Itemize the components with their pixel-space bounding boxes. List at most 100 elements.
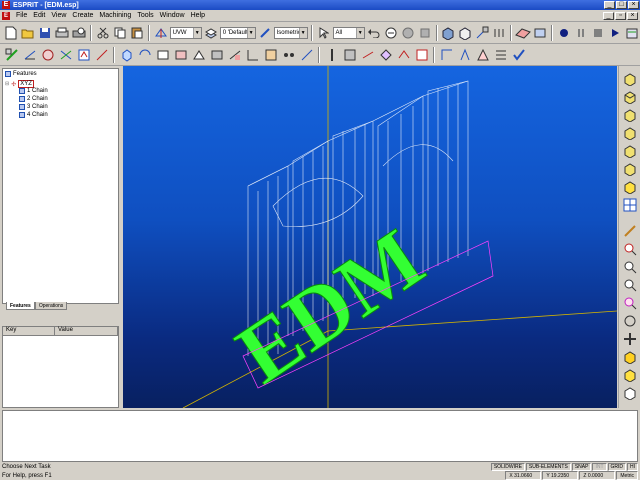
undo-icon[interactable] xyxy=(366,24,382,41)
profile-icon[interactable] xyxy=(474,46,491,63)
pause-icon[interactable] xyxy=(573,24,589,41)
open-folder-icon[interactable] xyxy=(20,24,36,41)
menu-window[interactable]: Window xyxy=(157,12,188,19)
measure-icon[interactable] xyxy=(298,46,315,63)
tab-features[interactable]: Features xyxy=(6,302,35,310)
tree-item[interactable]: 3 Chain xyxy=(19,104,48,110)
save-icon[interactable] xyxy=(37,24,53,41)
four-views-icon[interactable] xyxy=(621,197,638,213)
feature-tree[interactable]: Features ⊟ ✢ XYZ 1 Chain 2 Chain 3 Chain… xyxy=(2,68,119,304)
layer-combo[interactable]: 0 'Default' ▼ xyxy=(219,26,256,39)
chain-create-icon[interactable] xyxy=(75,46,92,63)
rotate-icon[interactable] xyxy=(136,46,153,63)
document-icon[interactable]: E xyxy=(2,11,10,20)
menu-edit[interactable]: Edit xyxy=(30,12,48,19)
value-column-header[interactable]: Value xyxy=(55,327,118,335)
view-bottom-icon[interactable] xyxy=(621,161,638,177)
machine-setup-icon[interactable] xyxy=(515,24,532,41)
vertical-axis-icon[interactable] xyxy=(323,46,340,63)
menu-help[interactable]: Help xyxy=(188,12,208,19)
new-file-icon[interactable] xyxy=(3,24,19,41)
surface-icon[interactable] xyxy=(395,46,412,63)
zoom-out-icon[interactable] xyxy=(621,277,638,293)
extend-icon[interactable] xyxy=(226,46,243,63)
sub-elements-toggle[interactable]: SUB-ELEMENTS xyxy=(525,463,571,471)
view-top-icon[interactable] xyxy=(621,89,638,105)
chamfer-icon[interactable] xyxy=(262,46,279,63)
cut-icon[interactable] xyxy=(95,24,111,41)
tool-icon[interactable] xyxy=(491,24,507,41)
workplane-icon[interactable] xyxy=(153,24,169,41)
zoom-in-icon[interactable] xyxy=(621,259,638,275)
menu-machining[interactable]: Machining xyxy=(96,12,134,19)
paste-icon[interactable] xyxy=(129,24,145,41)
line-create-icon[interactable] xyxy=(21,46,38,63)
hi-toggle[interactable]: HI xyxy=(627,463,638,471)
doc-close-button[interactable]: × xyxy=(627,12,638,20)
operation-icon[interactable] xyxy=(532,24,548,41)
check-icon[interactable] xyxy=(510,46,527,63)
hidden-line-cube-icon[interactable] xyxy=(621,367,638,383)
nc-code-icon[interactable] xyxy=(492,46,509,63)
menu-tools[interactable]: Tools xyxy=(134,12,156,19)
wireframe-cube-icon[interactable] xyxy=(621,385,638,401)
solidwire-toggle[interactable]: SOLIDWIRE xyxy=(490,463,525,471)
arc-create-icon[interactable] xyxy=(57,46,74,63)
fit-icon[interactable] xyxy=(377,46,394,63)
grid-toggle[interactable]: GRID xyxy=(607,463,626,471)
filter-combo[interactable]: All ▼ xyxy=(332,26,365,39)
wire-feature-icon[interactable] xyxy=(438,46,455,63)
view-left-icon[interactable] xyxy=(621,143,638,159)
expand-toggle-icon[interactable]: ⊟ xyxy=(5,81,9,87)
menu-view[interactable]: View xyxy=(48,12,69,19)
simulation-icon[interactable] xyxy=(457,24,473,41)
feature-icon[interactable] xyxy=(93,46,110,63)
fillet-icon[interactable] xyxy=(244,46,261,63)
loft-icon[interactable] xyxy=(413,46,430,63)
tree-root[interactable]: Features xyxy=(5,71,37,77)
graphics-viewport[interactable]: EDM xyxy=(123,66,617,408)
stop-run-icon[interactable] xyxy=(590,24,606,41)
layer-icon[interactable] xyxy=(203,24,219,41)
print-preview-icon[interactable] xyxy=(71,24,87,41)
menu-create[interactable]: Create xyxy=(69,12,96,19)
run-icon[interactable] xyxy=(607,24,623,41)
property-grid[interactable]: Key Value xyxy=(2,326,119,408)
maximize-button[interactable]: □ xyxy=(616,1,627,9)
print-icon[interactable] xyxy=(54,24,70,41)
shaded-cube-icon[interactable] xyxy=(621,349,638,365)
tree-item[interactable]: 2 Chain xyxy=(19,96,48,102)
view-front-icon[interactable] xyxy=(621,107,638,123)
view-right-icon[interactable] xyxy=(621,125,638,141)
int-toggle[interactable]: INT xyxy=(592,463,607,471)
offset-icon[interactable] xyxy=(190,46,207,63)
snap-toggle[interactable]: SNAP xyxy=(571,463,592,471)
view-combo[interactable]: Isometric ▼ xyxy=(273,26,308,39)
transform-icon[interactable] xyxy=(118,46,135,63)
trim-icon[interactable] xyxy=(208,46,225,63)
pattern-icon[interactable] xyxy=(280,46,297,63)
point-create-icon[interactable] xyxy=(3,46,20,63)
doc-restore-button[interactable]: ▫ xyxy=(615,12,626,20)
redo-icon[interactable] xyxy=(383,24,399,41)
plane-combo[interactable]: UVW ▼ xyxy=(169,26,202,39)
stop-icon[interactable] xyxy=(417,24,433,41)
doc-minimize-button[interactable]: _ xyxy=(603,12,614,20)
zoom-window-icon[interactable] xyxy=(621,241,638,257)
select-pointer-icon[interactable] xyxy=(316,24,332,41)
mirror-icon[interactable] xyxy=(154,46,171,63)
circle-create-icon[interactable] xyxy=(39,46,56,63)
rotate-view-icon[interactable] xyxy=(621,313,638,329)
tree-item[interactable]: 4 Chain xyxy=(19,112,48,118)
view-iso-icon[interactable] xyxy=(621,71,638,87)
play-record-icon[interactable] xyxy=(556,24,572,41)
view-orient-icon[interactable] xyxy=(257,24,273,41)
taper-icon[interactable] xyxy=(456,46,473,63)
copy-icon[interactable] xyxy=(112,24,128,41)
tree-item[interactable]: 1 Chain xyxy=(19,88,48,94)
move-view-icon[interactable] xyxy=(621,331,638,347)
key-column-header[interactable]: Key xyxy=(3,327,55,335)
zoom-fit-icon[interactable] xyxy=(621,295,638,311)
wire-path-icon[interactable] xyxy=(474,24,490,41)
solid-view-icon[interactable] xyxy=(441,24,457,41)
